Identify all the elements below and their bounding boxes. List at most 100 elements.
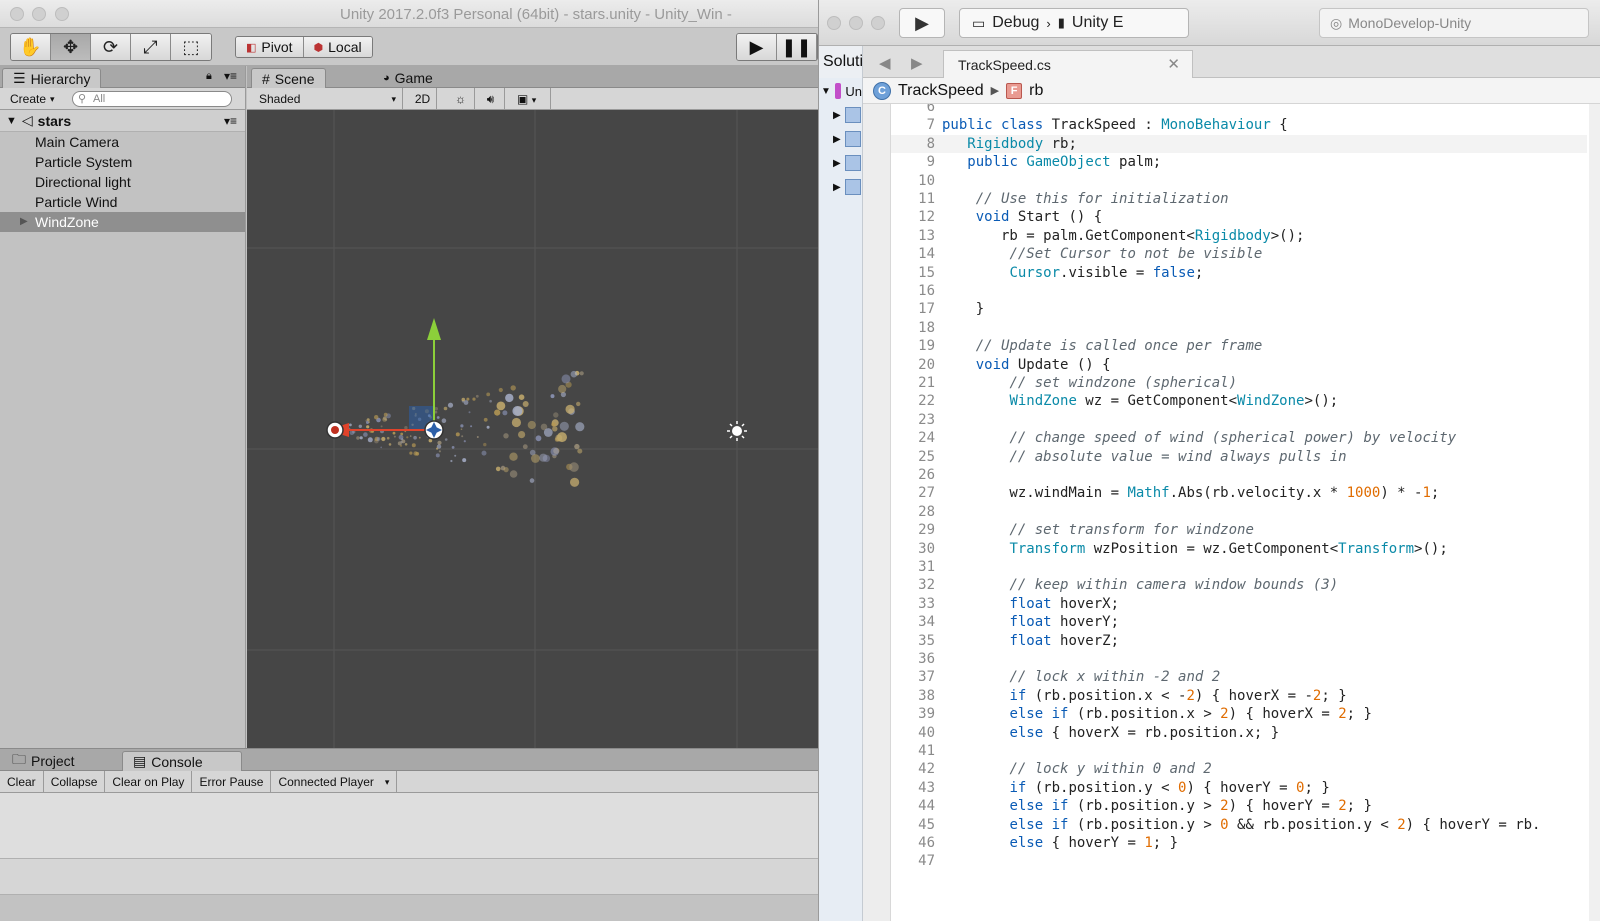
code-line[interactable]: 30 Transform wzPosition = wz.GetComponen…	[891, 540, 1587, 558]
pivot-button[interactable]: ◧ Pivot	[236, 37, 304, 57]
code-line[interactable]: 33 float hoverX;	[891, 595, 1587, 613]
hierarchy-item[interactable]: Particle Wind	[0, 192, 245, 212]
tab-scene[interactable]: # Scene	[251, 68, 326, 88]
code-line[interactable]: 38 if (rb.position.x < -2) { hoverX = -2…	[891, 687, 1587, 705]
tab-trackspeed[interactable]: TrackSpeed.cs ✕	[943, 50, 1193, 78]
code-line[interactable]: 23	[891, 411, 1587, 429]
code-line[interactable]: 43 if (rb.position.y < 0) { hoverY = 0; …	[891, 779, 1587, 797]
clear-button[interactable]: Clear	[0, 771, 44, 793]
code-line[interactable]: 28	[891, 503, 1587, 521]
code-line[interactable]: 22 WindZone wz = GetComponent<WindZone>(…	[891, 392, 1587, 410]
audio-toggle[interactable]: 🔊︎	[477, 88, 505, 110]
scene-canvas[interactable]	[247, 110, 818, 748]
status-search-field[interactable]: ◎ MonoDevelop-Unity	[1319, 8, 1589, 38]
directional-light-icon[interactable]	[727, 421, 747, 441]
minimize-window-button[interactable]	[849, 16, 863, 30]
hand-tool-button[interactable]: ✋	[11, 34, 51, 60]
breadcrumb-member[interactable]: rb	[1029, 82, 1043, 100]
zoom-window-button[interactable]	[55, 7, 69, 21]
code-line[interactable]: 46 else { hoverY = 1; }	[891, 834, 1587, 852]
code-line[interactable]: 14 //Set Cursor to not be visible	[891, 245, 1587, 263]
code-line[interactable]: 45 else if (rb.position.y > 0 && rb.posi…	[891, 816, 1587, 834]
pause-button[interactable]: ❚❚	[777, 34, 817, 60]
tab-game[interactable]: ◕ Game	[373, 68, 443, 88]
move-tool-button[interactable]: ✥	[51, 34, 91, 60]
code-line[interactable]: 9 public GameObject palm;	[891, 153, 1587, 171]
close-window-button[interactable]	[10, 7, 24, 21]
code-line[interactable]: 19 // Update is called once per frame	[891, 337, 1587, 355]
run-configuration-selector[interactable]: ▭ Debug › ▮ Unity E	[959, 8, 1189, 38]
minimize-window-button[interactable]	[32, 7, 46, 21]
local-button[interactable]: ⬢ Local	[303, 37, 372, 57]
zoom-window-button[interactable]	[871, 16, 885, 30]
hierarchy-item[interactable]: Main Camera	[0, 132, 245, 152]
code-line[interactable]: 10	[891, 172, 1587, 190]
lock-icon[interactable]: 🔒︎	[206, 70, 212, 83]
code-line[interactable]: 20 void Update () {	[891, 356, 1587, 374]
close-window-button[interactable]	[827, 16, 841, 30]
hierarchy-search-input[interactable]: ⚲ All	[72, 91, 232, 107]
code-line[interactable]: 24 // change speed of wind (spherical po…	[891, 429, 1587, 447]
create-dropdown[interactable]: Create ▾	[4, 90, 61, 108]
code-line[interactable]: 21 // set windzone (spherical)	[891, 374, 1587, 392]
hierarchy-item[interactable]: Directional light	[0, 172, 245, 192]
code-line[interactable]: 35 float hoverZ;	[891, 632, 1587, 650]
code-line[interactable]: 26	[891, 466, 1587, 484]
code-line[interactable]: 15 Cursor.visible = false;	[891, 264, 1587, 282]
tab-project[interactable]: 🗀 Project	[2, 751, 85, 771]
code-line[interactable]: 8 Rigidbody rb;	[891, 134, 1587, 154]
code-line[interactable]: 17 }	[891, 300, 1587, 318]
rotate-tool-button[interactable]: ⟳	[91, 34, 131, 60]
tab-hierarchy[interactable]: ☰ Hierarchy	[2, 68, 102, 88]
solution-item[interactable]: ▶	[819, 128, 862, 150]
clear-on-play-button[interactable]: Clear on Play	[105, 771, 193, 793]
hierarchy-item[interactable]: Particle System	[0, 152, 245, 172]
console-log-area[interactable]	[0, 793, 818, 859]
close-icon[interactable]: ✕	[1167, 55, 1180, 73]
collapse-button[interactable]: Collapse	[44, 771, 106, 793]
code-line[interactable]: 13 rb = palm.GetComponent<Rigidbody>();	[891, 227, 1587, 245]
console-detail-area[interactable]	[0, 859, 818, 895]
breadcrumb-class[interactable]: TrackSpeed	[898, 82, 984, 100]
code-line[interactable]: 27 wz.windMain = Mathf.Abs(rb.velocity.x…	[891, 484, 1587, 502]
code-line[interactable]: 16	[891, 282, 1587, 300]
lighting-toggle[interactable]: ☼	[447, 88, 475, 110]
code-line[interactable]: 37 // lock x within -2 and 2	[891, 668, 1587, 686]
hierarchy-item-selected[interactable]: ▶ WindZone	[0, 212, 245, 232]
error-pause-button[interactable]: Error Pause	[192, 771, 272, 793]
code-line[interactable]: 11 // Use this for initialization	[891, 190, 1587, 208]
code-line[interactable]: 31	[891, 558, 1587, 576]
effects-dropdown[interactable]: ▣ ▾	[511, 88, 551, 110]
chevron-right-icon[interactable]: ▶	[911, 54, 923, 72]
scene-viewport[interactable]	[247, 110, 818, 748]
code-line[interactable]: 36	[891, 650, 1587, 668]
solution-item[interactable]: ▶	[819, 152, 862, 174]
shading-dropdown[interactable]: Shaded ▾	[247, 88, 403, 110]
connected-player-dropdown[interactable]: Connected Player ▾	[271, 771, 398, 793]
scene-menu-icon[interactable]: ▾≡	[224, 114, 237, 128]
code-line[interactable]: 40 else { hoverX = rb.position.x; }	[891, 724, 1587, 742]
solution-item[interactable]: ▶	[819, 104, 862, 126]
code-editor[interactable]: 6 7 public class TrackSpeed : MonoBehaviou…	[863, 104, 1600, 921]
play-button[interactable]: ▶	[737, 34, 777, 60]
scale-tool-button[interactable]: ⤢	[131, 34, 171, 60]
code-line[interactable]: 44 else if (rb.position.y > 2) { hoverY …	[891, 797, 1587, 815]
tab-console[interactable]: ▤ Console	[122, 751, 242, 771]
expand-arrow-icon[interactable]: ▶	[20, 212, 28, 232]
code-line[interactable]: 7 public class TrackSpeed : MonoBehaviour…	[891, 116, 1587, 134]
rect-tool-button[interactable]: ⬚	[171, 34, 211, 60]
code-line[interactable]: 32 // keep within camera window bounds (…	[891, 576, 1587, 594]
code-line[interactable]: 34 float hoverY;	[891, 613, 1587, 631]
code-line[interactable]: 29 // set transform for windzone	[891, 521, 1587, 539]
code-line[interactable]: 25 // absolute value = wind always pulls…	[891, 448, 1587, 466]
y-axis-arrow[interactable]	[427, 318, 441, 340]
solution-item[interactable]: ▶	[819, 176, 862, 198]
code-line[interactable]: 18	[891, 319, 1587, 337]
code-line[interactable]: 12 void Start () {	[891, 208, 1587, 226]
2d-toggle[interactable]: 2D	[409, 88, 437, 110]
panel-menu-icon[interactable]: ▾≡	[224, 69, 237, 83]
editor-scrollbar[interactable]	[1589, 104, 1600, 921]
solution-root-row[interactable]: ▼ Un	[819, 80, 862, 102]
run-button[interactable]: ▶	[899, 8, 945, 38]
code-line[interactable]: 42 // lock y within 0 and 2	[891, 760, 1587, 778]
